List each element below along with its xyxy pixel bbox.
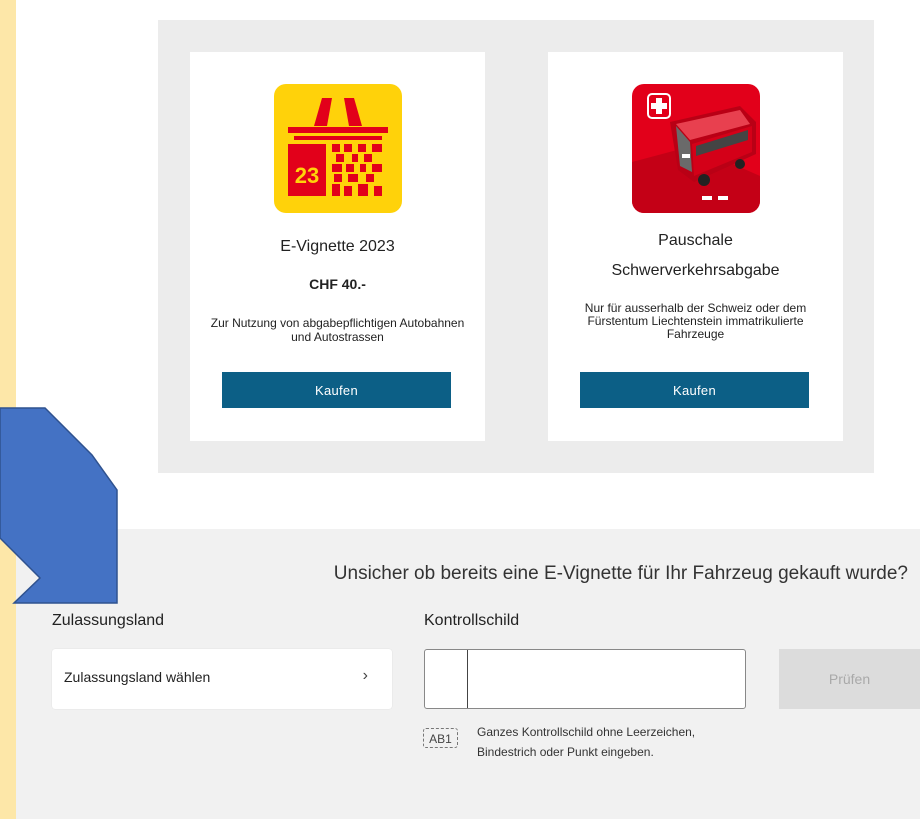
e-vignette-logo-icon: 23 [274,84,402,213]
buy-e-vignette-button[interactable]: Kaufen [222,372,451,408]
product-title-line2: Schwerverkehrsabgabe [611,262,780,279]
plate-hint-text: Ganzes Kontrollschild ohne Leerzeichen, … [477,725,696,759]
country-select[interactable]: Zulassungsland wählen › [52,649,392,709]
product-description: Nur für ausserhalb der Schweiz oder dem … [584,301,807,341]
product-title-line1: Pauschale [658,232,733,249]
plate-input[interactable] [424,649,746,709]
plate-divider [467,650,468,708]
product-card-e-vignette: 23 E-Vignette 2023 CHF 40.- Zur Nutzung … [190,52,485,441]
product-description: Zur Nutzung von abgabepflichtigen Autoba… [210,316,465,344]
country-select-placeholder: Zulassungsland wählen [64,669,211,685]
plate-hint-icon: AB1 [423,728,458,748]
vignette-year-text: 23 [295,163,319,188]
plate-label: Kontrollschild [424,612,520,629]
swiss-bus-icon [632,84,760,213]
product-section: 23 E-Vignette 2023 CHF 40.- Zur Nutzung … [158,20,874,473]
check-question: Unsicher ob bereits eine E-Vignette für … [333,563,908,584]
chevron-right-icon: › [362,667,368,684]
buy-heavy-vehicle-fee-button[interactable]: Kaufen [580,372,809,408]
product-title: E-Vignette 2023 [280,238,395,255]
country-label: Zulassungsland [52,612,165,629]
check-button[interactable]: Prüfen [779,649,920,709]
product-card-heavy-vehicle-fee: Pauschale Schwerverkehrsabgabe Nur für a… [548,52,843,441]
product-price: CHF 40.- [309,276,366,292]
page-border [0,0,16,819]
